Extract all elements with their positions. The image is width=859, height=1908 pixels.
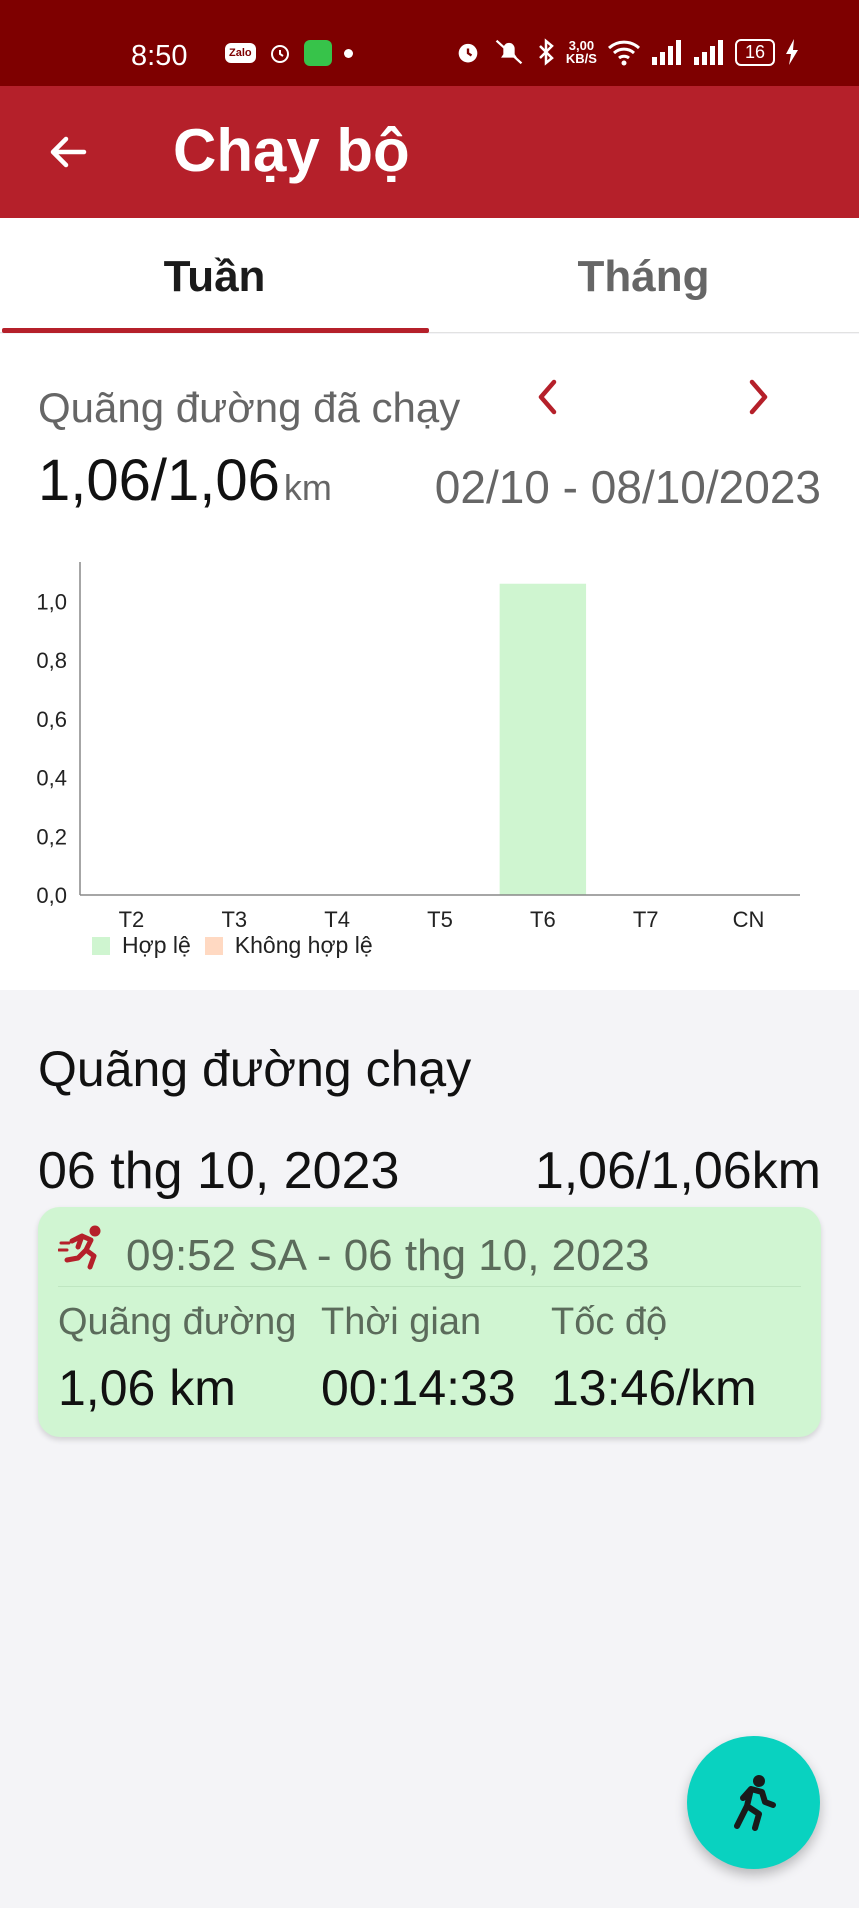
x-tick-label: T5	[427, 907, 453, 932]
start-run-button[interactable]	[687, 1736, 820, 1869]
legend-label-valid: Hợp lệ	[122, 932, 191, 958]
duration-label: Thời gian	[321, 1301, 482, 1343]
net-speed: 3,00 KB/S	[565, 38, 597, 66]
alarm-icon	[458, 43, 478, 63]
x-tick-label: T6	[530, 907, 556, 932]
legend-swatch-invalid	[204, 936, 223, 955]
x-tick-label: T3	[221, 907, 247, 932]
tab-indicator	[2, 328, 429, 333]
messages-icon	[303, 40, 332, 66]
x-tick-label: T2	[119, 907, 145, 932]
mute-icon	[495, 39, 523, 65]
y-tick-label: 0,4	[36, 766, 67, 791]
distance-label: Quãng đường	[58, 1301, 297, 1343]
x-tick-label: T7	[633, 907, 659, 932]
alarm-icon	[270, 45, 289, 63]
run-day-total: 1,06/1,06km	[534, 1142, 821, 1200]
runs-section-title: Quãng đường chạy	[38, 1041, 472, 1097]
back-arrow-icon[interactable]	[44, 128, 92, 176]
runner-icon	[734, 1775, 776, 1831]
page-title: Chạy bộ	[173, 117, 410, 184]
tab-week[interactable]: Tuần	[0, 218, 429, 330]
distance-value: 1,06 km	[58, 1360, 236, 1416]
x-tick-label: CN	[733, 907, 765, 932]
weekly-distance-chart: 0,0 0,2 0,4 0,6 0,8 1,0 T2 T3 T4 T5 T6 T7 CN	[36, 562, 800, 932]
signal-icon	[651, 40, 681, 65]
legend-swatch-valid	[92, 936, 110, 955]
pace-value: 13:46/km	[551, 1360, 757, 1416]
runner-icon	[58, 1225, 101, 1270]
notification-icons: Zalo	[225, 40, 353, 66]
charging-icon	[786, 39, 798, 65]
run-start-time: 09:52 SA - 06 thg 10, 2023	[126, 1231, 650, 1280]
status-time: 8:50	[131, 40, 188, 72]
card-divider	[58, 1286, 801, 1287]
zalo-icon: Zalo	[225, 43, 256, 63]
more-notifications-icon	[343, 48, 353, 58]
period-tabs: Tuần Tháng	[0, 218, 859, 333]
app-bar: Chạy bộ	[0, 86, 859, 218]
y-tick-label: 1,0	[36, 589, 67, 614]
bluetooth-icon	[539, 38, 554, 66]
battery-icon: 16	[734, 38, 775, 66]
wifi-icon	[607, 40, 640, 66]
system-icons: 3,00 KB/S 16	[454, 38, 799, 66]
distance-summary: Quãng đường đã chạy 1,06/1,06 km 02/10 - …	[0, 334, 859, 990]
duration-value: 00:14:33	[321, 1360, 516, 1416]
pace-label: Tốc độ	[551, 1301, 668, 1343]
y-tick-label: 0,2	[36, 824, 67, 849]
signal-icon	[693, 40, 723, 65]
status-bar: 8:50 Zalo 3,00 KB/S 16	[0, 0, 859, 86]
y-tick-label: 0,8	[36, 648, 67, 673]
y-tick-label: 0,0	[36, 883, 67, 908]
x-tick-label: T4	[324, 907, 350, 932]
y-tick-label: 0,6	[36, 707, 67, 732]
legend-label-invalid: Không hợp lệ	[234, 932, 373, 958]
bar-t6	[499, 583, 587, 895]
tab-month[interactable]: Tháng	[429, 218, 858, 330]
run-entry-card[interactable]: 09:52 SA - 06 thg 10, 2023 Quãng đường 1…	[38, 1207, 821, 1437]
chart-legend: Hợp lệ Không hợp lệ	[92, 932, 373, 959]
run-day-date: 06 thg 10, 2023	[38, 1142, 400, 1200]
